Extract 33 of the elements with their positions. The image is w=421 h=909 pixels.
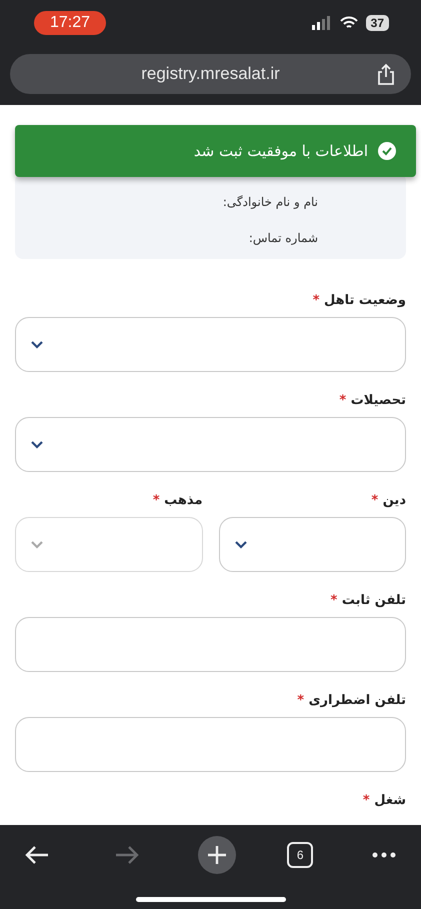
field-label: تلفن اضطراری * [296, 693, 406, 708]
select-field[interactable] [15, 317, 406, 372]
chevron-down-icon [30, 340, 44, 350]
plus-icon [206, 845, 226, 865]
address-bar[interactable]: registry.mresalat.ir [10, 54, 411, 94]
arrow-left-icon [24, 845, 50, 865]
input-field[interactable] [15, 717, 406, 772]
signal-icon [312, 16, 332, 30]
battery-level: 37 [366, 15, 389, 31]
select-field[interactable] [218, 517, 406, 572]
new-tab-button[interactable] [198, 836, 236, 874]
arrow-right-icon [114, 845, 140, 865]
input-field[interactable] [15, 617, 406, 672]
check-circle-icon [378, 142, 396, 160]
toast-message: اطلاعات با موفقیت ثبت شد [194, 142, 368, 160]
field-label: تلفن ثابت * [329, 593, 406, 608]
more-icon [372, 852, 396, 858]
field-label: مذهب * [152, 493, 202, 508]
chevron-down-icon [30, 540, 44, 550]
field-label: شغل * [362, 793, 406, 808]
select-field[interactable] [15, 417, 406, 472]
status-time: 17:27 [34, 11, 106, 35]
field-label: تحصیلات * [338, 393, 406, 408]
info-line: نام و نام خانوادگی: [222, 195, 318, 209]
wifi-icon [340, 16, 358, 30]
info-line: شماره تماس: [248, 231, 318, 245]
field-label: وضعیت تاهل * [312, 293, 406, 308]
chevron-down-icon [234, 540, 248, 550]
chevron-down-icon [30, 440, 44, 450]
url-text: registry.mresalat.ir [141, 64, 280, 84]
tabs-button[interactable]: 6 [287, 842, 314, 868]
field-label: دین * [370, 493, 406, 508]
share-icon[interactable] [377, 63, 395, 85]
